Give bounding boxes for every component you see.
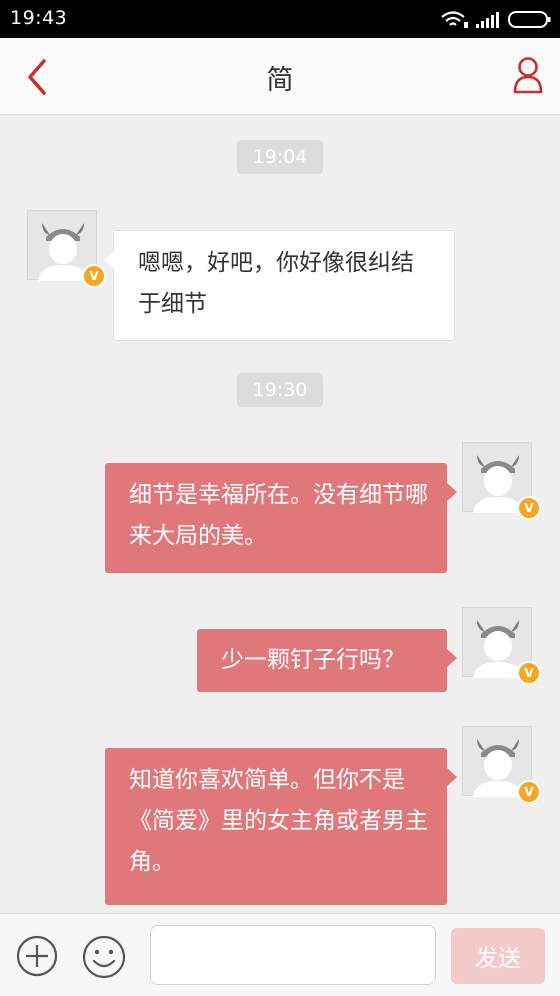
message-bubble-outgoing[interactable]: 知道你喜欢简单。但你不是《简爱》里的女主角或者男主角。 [105,748,457,905]
chat-message-list[interactable]: 19:04 V 嗯嗯，好吧，你好像很纠结于细节 19:30 细节是幸福所在。没有… [0,115,560,913]
battery-icon [508,11,551,28]
status-time: 19:43 [10,7,68,29]
timestamp-chip: 19:30 [237,373,323,407]
profile-button[interactable] [512,56,544,96]
emoji-icon [82,935,126,979]
attach-button[interactable] [16,935,58,977]
page-title: 简 [266,65,294,96]
chat-header: 简 [0,38,560,115]
user-icon [513,57,543,94]
send-button[interactable]: 发送 [451,928,545,984]
message-bubble-outgoing[interactable]: 少一颗钉子行吗？ [197,629,457,692]
message-bubble-outgoing[interactable]: 细节是幸福所在。没有细节哪来大局的美。 [105,463,457,573]
verified-badge: V [517,661,541,685]
verified-badge: V [517,780,541,804]
status-icons [440,8,552,30]
timestamp-chip: 19:04 [237,140,323,174]
verified-badge: V [517,496,541,520]
plus-circle-icon [16,935,58,977]
emoji-button[interactable] [82,935,126,979]
message-input[interactable] [150,925,436,985]
signal-icon [476,12,499,28]
message-input-bar: 发送 [0,913,560,996]
wifi-icon [441,11,468,28]
message-bubble-incoming[interactable]: 嗯嗯，好吧，你好像很纠结于细节 [104,230,455,341]
status-bar: 19:43 [0,0,560,38]
verified-badge: V [82,264,106,288]
